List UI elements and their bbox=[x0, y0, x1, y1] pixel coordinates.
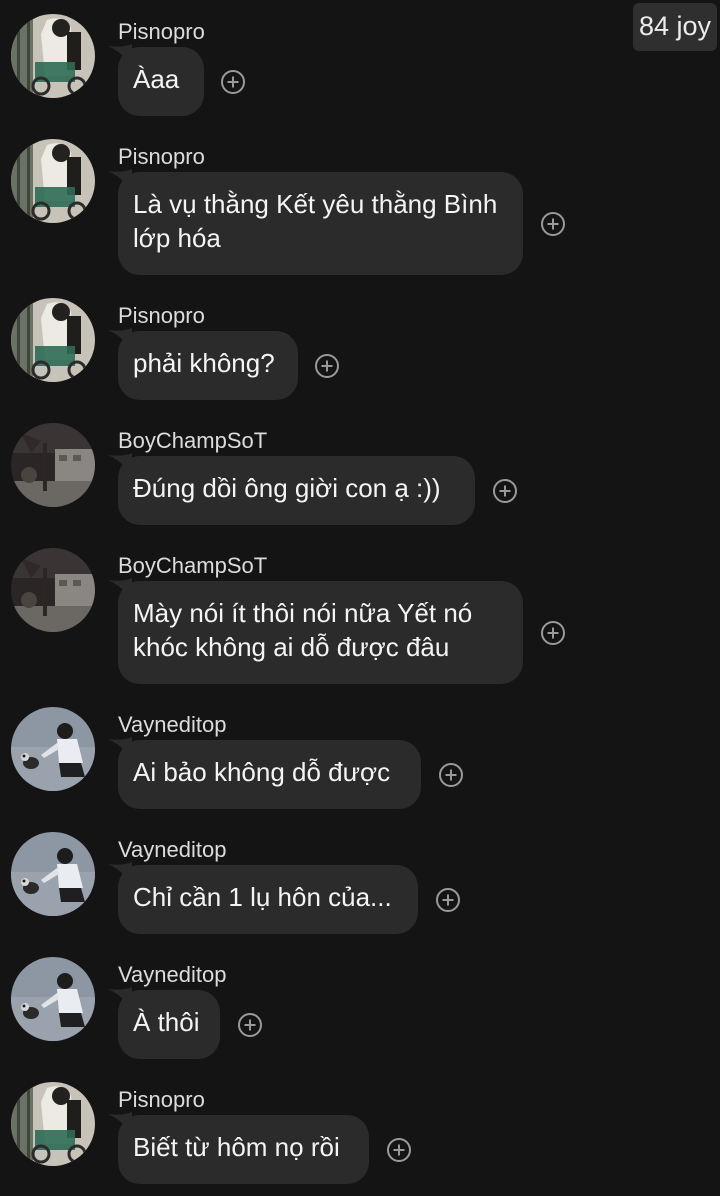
avatar[interactable] bbox=[11, 298, 95, 382]
add-reaction-icon[interactable] bbox=[492, 478, 518, 504]
sender-name: Vayneditop bbox=[118, 962, 227, 987]
add-reaction-icon[interactable] bbox=[540, 620, 566, 646]
counter-badge: 84 joy bbox=[632, 3, 717, 51]
sender-name: Pisnopro bbox=[118, 144, 205, 169]
add-reaction-icon[interactable] bbox=[386, 1137, 412, 1163]
sender-name: Pisnopro bbox=[118, 19, 205, 44]
sender-name: Pisnopro bbox=[118, 303, 205, 328]
sender-name: BoyChampSoT bbox=[118, 553, 268, 578]
message-bubble[interactable]: Biết từ hôm nọ rồi bbox=[118, 1115, 369, 1184]
add-reaction-icon[interactable] bbox=[237, 1012, 263, 1038]
add-reaction-icon[interactable] bbox=[435, 887, 461, 913]
avatar[interactable] bbox=[11, 139, 95, 223]
avatar[interactable] bbox=[11, 14, 95, 98]
avatar[interactable] bbox=[11, 832, 95, 916]
sender-name: BoyChampSoT bbox=[118, 428, 268, 453]
message-bubble[interactable]: Đúng dồi ông giời con ạ :)) bbox=[118, 456, 475, 525]
add-reaction-icon[interactable] bbox=[438, 762, 464, 788]
message-bubble[interactable]: Mày nói ít thôi nói nữa Yết nó khóc khôn… bbox=[118, 581, 523, 684]
avatar[interactable] bbox=[11, 957, 95, 1041]
sender-name: Vayneditop bbox=[118, 837, 227, 862]
add-reaction-icon[interactable] bbox=[540, 211, 566, 237]
add-reaction-icon[interactable] bbox=[314, 353, 340, 379]
sender-name: Vayneditop bbox=[118, 712, 227, 737]
avatar[interactable] bbox=[11, 548, 95, 632]
avatar[interactable] bbox=[11, 707, 95, 791]
avatar[interactable] bbox=[11, 1082, 95, 1166]
message-bubble[interactable]: Là vụ thằng Kết yêu thằng Bình lớp hóa bbox=[118, 172, 523, 275]
add-reaction-icon[interactable] bbox=[220, 69, 246, 95]
message-bubble[interactable]: Ai bảo không dỗ được bbox=[118, 740, 421, 809]
message-bubble[interactable]: À thôi bbox=[118, 990, 220, 1059]
avatar[interactable] bbox=[11, 423, 95, 507]
message-bubble[interactable]: phải không? bbox=[118, 331, 298, 400]
message-bubble[interactable]: Chỉ cần 1 lụ hôn của... bbox=[118, 865, 418, 934]
message-bubble[interactable]: Àaa bbox=[118, 47, 204, 116]
sender-name: Pisnopro bbox=[118, 1087, 205, 1112]
